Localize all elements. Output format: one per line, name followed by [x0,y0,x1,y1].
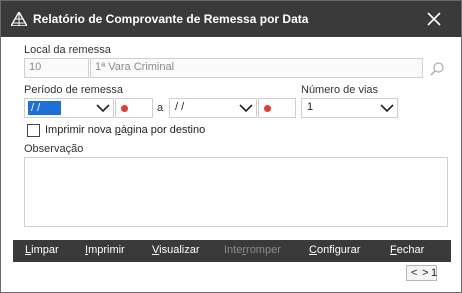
observacao-textarea[interactable] [24,157,448,227]
report-dialog: Relatório de Comprovante de Remessa por … [0,0,462,293]
observacao-label: Observação [24,143,84,155]
end-time-field[interactable] [258,98,296,118]
required-dot-icon [121,105,128,112]
end-date-picker[interactable]: / / [169,98,257,118]
vias-label: Número de vias [301,84,379,96]
search-icon[interactable] [429,61,445,77]
start-time-field[interactable] [115,98,153,118]
local-name-field[interactable]: 1ª Vara Criminal [90,58,423,78]
page-navigator: < > 1 [406,265,437,281]
required-dot-icon [264,105,271,112]
date-range-separator: a [157,102,164,114]
chevron-down-icon [239,104,253,113]
start-date-picker[interactable]: / / [24,98,114,118]
local-remessa-label: Local da remessa [24,44,111,56]
page-number: 1 [431,267,438,279]
nova-pagina-checkbox[interactable] [27,124,40,137]
visualizar-button[interactable]: Visualizar [152,244,200,256]
local-code-field[interactable]: 10 [24,58,89,78]
window-title: Relatório de Comprovante de Remessa por … [33,12,309,26]
fechar-button[interactable]: Fechar [390,244,424,256]
end-date-value: / / [175,101,185,113]
configurar-button[interactable]: Configurar [309,244,360,256]
imprimir-button[interactable]: Imprimir [85,244,125,256]
start-date-value: / / [28,101,61,115]
vias-select[interactable]: 1 [301,98,398,118]
action-toolbar: Limpar Imprimir Visualizar Interromper C… [13,240,451,262]
app-logo-icon [11,12,27,26]
chevron-down-icon [96,104,110,113]
prev-page-button[interactable]: < [411,266,417,280]
next-page-button[interactable]: > [422,266,428,280]
interromper-button[interactable]: Interromper [224,244,281,256]
vias-value: 1 [307,101,314,113]
nova-pagina-label[interactable]: Imprimir nova página por destino [45,124,205,136]
periodo-label: Período de remessa [24,84,124,96]
chevron-down-icon [380,104,394,113]
title-bar: Relatório de Comprovante de Remessa por … [1,1,461,37]
limpar-button[interactable]: Limpar [25,244,59,256]
close-icon[interactable] [421,7,447,31]
